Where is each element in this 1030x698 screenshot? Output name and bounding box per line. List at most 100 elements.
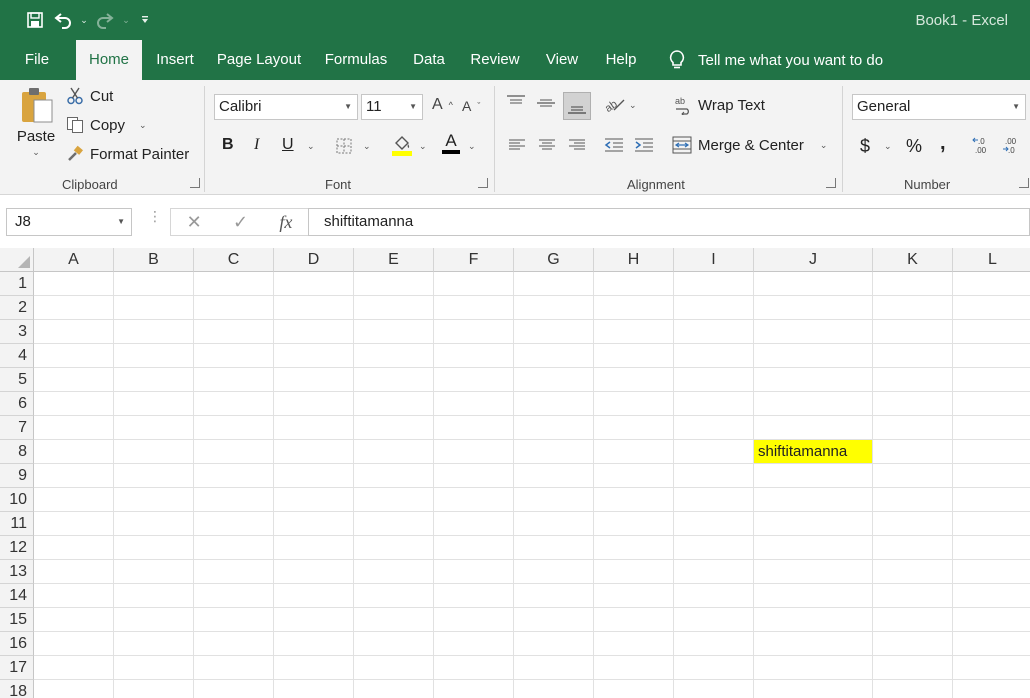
cell-e16[interactable] <box>354 632 434 656</box>
cell-a11[interactable] <box>34 512 114 536</box>
cell-j3[interactable] <box>754 320 873 344</box>
align-center-icon[interactable] <box>538 138 556 152</box>
row-header-7[interactable]: 7 <box>0 416 34 440</box>
row-header-12[interactable]: 12 <box>0 536 34 560</box>
paste-button[interactable]: Paste ⌄ <box>14 86 58 158</box>
cell-a5[interactable] <box>34 368 114 392</box>
bold-button[interactable]: B <box>222 136 234 154</box>
cell-a1[interactable] <box>34 272 114 296</box>
cell-j7[interactable] <box>754 416 873 440</box>
tab-review[interactable]: Review <box>462 40 528 80</box>
font-size-select[interactable]: 11 ▼ <box>361 94 423 120</box>
cell-l12[interactable] <box>953 536 1030 560</box>
cell-h4[interactable] <box>594 344 674 368</box>
cell-f5[interactable] <box>434 368 514 392</box>
font-color-button[interactable]: A <box>442 132 460 154</box>
cell-j15[interactable] <box>754 608 873 632</box>
cell-e4[interactable] <box>354 344 434 368</box>
cell-l3[interactable] <box>953 320 1030 344</box>
cell-e2[interactable] <box>354 296 434 320</box>
cell-j1[interactable] <box>754 272 873 296</box>
row-header-5[interactable]: 5 <box>0 368 34 392</box>
column-header-i[interactable]: I <box>674 248 754 272</box>
cell-l1[interactable] <box>953 272 1030 296</box>
cell-k13[interactable] <box>873 560 953 584</box>
cell-i12[interactable] <box>674 536 754 560</box>
cell-b13[interactable] <box>114 560 194 584</box>
fill-color-dropdown-icon[interactable]: ⌄ <box>419 141 427 152</box>
cell-c8[interactable] <box>194 440 274 464</box>
cell-j9[interactable] <box>754 464 873 488</box>
cell-i13[interactable] <box>674 560 754 584</box>
cell-l16[interactable] <box>953 632 1030 656</box>
cell-g15[interactable] <box>514 608 594 632</box>
formula-input[interactable]: shiftitamanna <box>308 208 1030 236</box>
cell-b1[interactable] <box>114 272 194 296</box>
cell-i8[interactable] <box>674 440 754 464</box>
enter-icon[interactable]: ✓ <box>233 212 248 233</box>
cell-l14[interactable] <box>953 584 1030 608</box>
cell-c15[interactable] <box>194 608 274 632</box>
cell-d14[interactable] <box>274 584 354 608</box>
cell-g13[interactable] <box>514 560 594 584</box>
cell-l9[interactable] <box>953 464 1030 488</box>
cell-d6[interactable] <box>274 392 354 416</box>
cell-i18[interactable] <box>674 680 754 698</box>
tab-home[interactable]: Home <box>76 40 142 80</box>
cell-k3[interactable] <box>873 320 953 344</box>
row-header-1[interactable]: 1 <box>0 272 34 296</box>
font-launcher-icon[interactable] <box>478 178 488 188</box>
cell-e14[interactable] <box>354 584 434 608</box>
cell-j16[interactable] <box>754 632 873 656</box>
cell-f3[interactable] <box>434 320 514 344</box>
cell-g6[interactable] <box>514 392 594 416</box>
cell-d15[interactable] <box>274 608 354 632</box>
cell-b6[interactable] <box>114 392 194 416</box>
fill-color-button[interactable] <box>392 134 412 156</box>
cell-d11[interactable] <box>274 512 354 536</box>
cell-g5[interactable] <box>514 368 594 392</box>
cell-a3[interactable] <box>34 320 114 344</box>
cell-k14[interactable] <box>873 584 953 608</box>
cell-a14[interactable] <box>34 584 114 608</box>
cell-k8[interactable] <box>873 440 953 464</box>
column-header-a[interactable]: A <box>34 248 114 272</box>
cell-h5[interactable] <box>594 368 674 392</box>
row-header-14[interactable]: 14 <box>0 584 34 608</box>
cell-f12[interactable] <box>434 536 514 560</box>
cell-f2[interactable] <box>434 296 514 320</box>
cell-c6[interactable] <box>194 392 274 416</box>
decrease-decimal-icon[interactable]: .00.0 <box>1002 136 1022 154</box>
cell-b4[interactable] <box>114 344 194 368</box>
bottom-align-icon[interactable] <box>563 92 591 120</box>
cell-l5[interactable] <box>953 368 1030 392</box>
cell-j2[interactable] <box>754 296 873 320</box>
decrease-font-size-icon[interactable]: Aˇ <box>462 98 480 114</box>
cell-b16[interactable] <box>114 632 194 656</box>
cell-b5[interactable] <box>114 368 194 392</box>
cell-b17[interactable] <box>114 656 194 680</box>
cell-f7[interactable] <box>434 416 514 440</box>
merge-dropdown-icon[interactable]: ⌄ <box>820 140 828 151</box>
cell-j11[interactable] <box>754 512 873 536</box>
cell-j5[interactable] <box>754 368 873 392</box>
cell-g18[interactable] <box>514 680 594 698</box>
borders-dropdown-icon[interactable]: ⌄ <box>363 141 371 152</box>
cell-a7[interactable] <box>34 416 114 440</box>
tab-insert[interactable]: Insert <box>148 40 202 80</box>
cell-a8[interactable] <box>34 440 114 464</box>
cell-d8[interactable] <box>274 440 354 464</box>
cell-f13[interactable] <box>434 560 514 584</box>
cell-k11[interactable] <box>873 512 953 536</box>
number-launcher-icon[interactable] <box>1019 178 1029 188</box>
paste-dropdown-icon[interactable]: ⌄ <box>32 147 40 158</box>
cell-l13[interactable] <box>953 560 1030 584</box>
cell-l4[interactable] <box>953 344 1030 368</box>
column-header-l[interactable]: L <box>953 248 1030 272</box>
alignment-launcher-icon[interactable] <box>826 178 836 188</box>
currency-dropdown-icon[interactable]: ⌄ <box>884 141 892 152</box>
cell-b11[interactable] <box>114 512 194 536</box>
cell-f6[interactable] <box>434 392 514 416</box>
cell-f10[interactable] <box>434 488 514 512</box>
cell-k15[interactable] <box>873 608 953 632</box>
